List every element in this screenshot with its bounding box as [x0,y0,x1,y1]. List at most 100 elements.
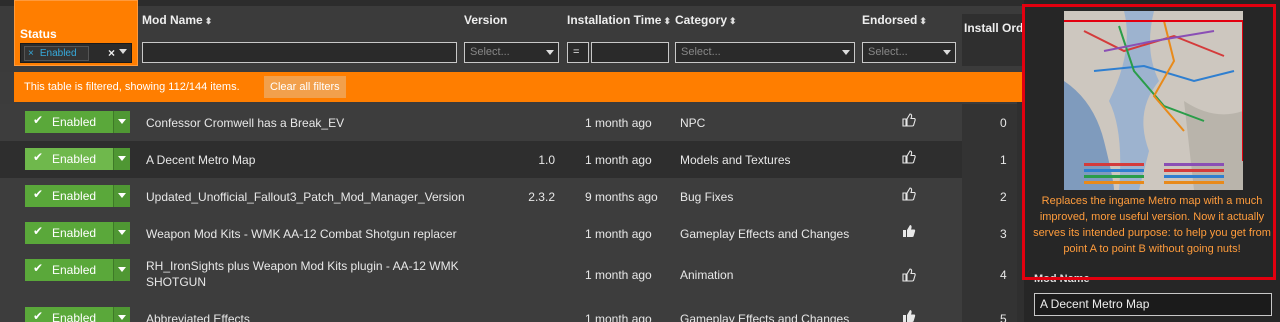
mod-name-column-title[interactable]: Mod Name ⬍ [142,13,212,27]
install-time-column-title[interactable]: Installation Time ⬍ [567,13,671,27]
table-row[interactable]: ✔ Enabled Weapon Mod Kits - WMK AA-12 Comb… [0,215,1024,252]
sort-icon[interactable]: ⬍ [663,16,671,27]
table-row[interactable]: ✔ Enabled A Decent Metro Map 1.0 1 month ago… [0,141,1024,178]
install-order-cell: 4 [962,252,1024,300]
category-cell: Models and Textures [680,153,791,167]
chevron-down-icon [118,156,126,161]
table-header: Status × Enabled × Mod Name ⬍ Version Sele… [0,0,1024,72]
install-time-filter-input[interactable] [591,42,669,63]
table-row[interactable]: ✔ Enabled Abbreviated Effects 1 month ago Ga… [0,300,1024,322]
endorsed-filter-select[interactable]: Select... [862,42,956,63]
status-label: Enabled [52,263,97,277]
endorsed-column-title[interactable]: Endorsed ⬍ [862,13,927,27]
endorse-thumbs-up-icon[interactable] [902,187,916,204]
chevron-down-icon [118,230,126,235]
enable-toggle-button[interactable]: ✔ Enabled [25,185,130,207]
check-icon: ✔ [33,150,44,164]
status-dropdown-button[interactable] [113,222,130,244]
install-time-cell: 1 month ago [585,227,652,241]
chevron-down-icon [118,193,126,198]
status-dropdown-button[interactable] [113,307,130,322]
version-filter-select[interactable]: Select... [464,42,559,63]
category-filter-placeholder: Select... [681,46,721,58]
status-dropdown-button[interactable] [113,259,130,281]
endorse-thumbs-up-icon[interactable] [902,224,916,241]
install-order-cell: 2 [962,178,1024,215]
status-dropdown-button[interactable] [113,185,130,207]
enable-toggle-button[interactable]: ✔ Enabled [25,307,130,322]
version-filter-placeholder: Select... [470,46,510,58]
check-icon: ✔ [33,113,44,127]
chevron-down-icon [118,119,126,124]
status-label: Enabled [52,115,97,129]
endorse-thumbs-up-icon[interactable] [902,150,916,167]
chip-label: Enabled [39,48,77,59]
time-operator-select[interactable]: = [567,42,589,63]
status-label: Enabled [52,189,97,203]
install-order-column-title[interactable]: Install Order [964,21,1024,35]
install-order-value: 5 [1000,312,1007,322]
mod-name-cell: Abbreviated Effects [146,312,250,322]
status-dropdown-button[interactable] [113,148,130,170]
version-cell: 2.3.2 [528,190,555,204]
category-cell: Gameplay Effects and Changes [680,227,850,241]
sort-icon[interactable]: ⬍ [729,16,737,27]
status-column-header[interactable]: Status × Enabled × [14,0,138,66]
chip-remove-icon[interactable]: × [28,48,34,59]
category-cell: Animation [680,268,734,282]
version-column-title[interactable]: Version [464,13,507,27]
highlight-frame [1022,4,1276,280]
category-filter-select[interactable]: Select... [675,42,855,63]
enable-toggle-button[interactable]: ✔ Enabled [25,148,130,170]
clear-filter-icon[interactable]: × [108,46,115,60]
install-order-column-header[interactable]: Install Order [962,14,1024,66]
install-order-cell: 3 [962,215,1024,252]
enable-toggle-button[interactable]: ✔ Enabled [25,111,130,133]
enable-toggle-button[interactable]: ✔ Enabled [25,259,130,281]
category-cell: Bug Fixes [680,190,734,204]
filter-chip-enabled[interactable]: × Enabled [24,46,89,61]
mod-name-filter-input[interactable] [142,42,457,63]
clear-all-filters-button[interactable]: Clear all filters [264,76,346,98]
sort-icon[interactable]: ⬍ [205,16,213,27]
endorse-thumbs-up-icon[interactable] [902,113,916,130]
endorse-thumbs-up-icon[interactable] [902,309,916,322]
install-order-cell: 5 [962,300,1024,322]
install-time-cell: 1 month ago [585,116,652,130]
version-cell: 1.0 [538,153,555,167]
chevron-down-icon [842,50,850,55]
chevron-down-icon [943,50,951,55]
status-label: Enabled [52,311,97,322]
status-filter[interactable]: × Enabled × [20,43,132,63]
check-icon: ✔ [33,261,44,275]
endorse-thumbs-up-icon[interactable] [902,268,916,285]
check-icon: ✔ [33,224,44,238]
chevron-down-icon [546,50,554,55]
table-row[interactable]: ✔ Enabled Confessor Cromwell has a Break_E… [0,104,1024,141]
mod-name-cell: RH_IronSights plus Weapon Mod Kits plugi… [146,259,459,289]
status-column-title[interactable]: Status [20,27,57,41]
check-icon: ✔ [33,309,44,322]
table-row[interactable]: ✔ Enabled Updated_Unofficial_Fallout3_Patc… [0,178,1024,215]
endorsed-filter-placeholder: Select... [868,46,908,58]
install-order-cell: 0 [962,104,1024,141]
install-time-cell: 9 months ago [585,190,658,204]
sort-icon[interactable]: ⬍ [919,16,927,27]
time-operator-value: = [573,46,580,58]
install-order-value: 3 [1000,227,1007,241]
table-row[interactable]: ✔ Enabled RH_IronSights plus Weapon Mod Ki… [0,252,1024,300]
status-label: Enabled [52,226,97,240]
status-dropdown-button[interactable] [113,111,130,133]
enable-toggle-button[interactable]: ✔ Enabled [25,222,130,244]
mod-name-cell: A Decent Metro Map [146,153,256,167]
chevron-down-icon[interactable] [119,49,127,54]
filter-banner: This table is filtered, showing 112/144 … [14,72,1024,102]
filter-status-text: This table is filtered, showing 112/144 … [24,81,240,93]
check-icon: ✔ [33,187,44,201]
mod-name-cell: Weapon Mod Kits - WMK AA-12 Combat Shotg… [146,227,457,241]
mod-name-field[interactable]: A Decent Metro Map [1034,293,1272,316]
category-column-title[interactable]: Category ⬍ [675,13,737,27]
install-order-value: 2 [1000,190,1007,204]
install-time-cell: 1 month ago [585,153,652,167]
install-order-value: 0 [1000,116,1007,130]
